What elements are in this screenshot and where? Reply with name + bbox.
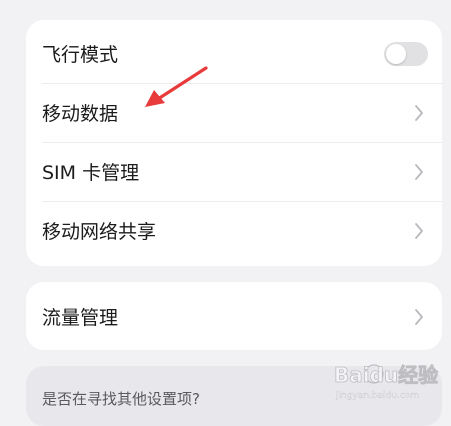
airplane-mode-label: 飞行模式 — [42, 44, 119, 66]
data-usage-label: 流量管理 — [42, 307, 119, 329]
network-settings-card: 飞行模式 移动数据 SIM 卡管理 移动网络共享 — [26, 20, 442, 266]
data-usage-row[interactable]: 流量管理 — [26, 287, 442, 346]
airplane-mode-row[interactable]: 飞行模式 — [26, 24, 442, 83]
search-suggestion-card[interactable]: 是否在寻找其他设置项? — [26, 366, 442, 426]
airplane-mode-toggle[interactable] — [384, 41, 428, 66]
hotspot-sharing-label: 移动网络共享 — [42, 221, 157, 243]
search-prompt: 是否在寻找其他设置项? — [42, 390, 200, 408]
chevron-right-icon — [412, 162, 426, 182]
chevron-right-icon — [412, 103, 426, 123]
toggle-knob — [386, 43, 406, 64]
chevron-right-icon — [412, 307, 426, 327]
mobile-data-row[interactable]: 移动数据 — [26, 83, 442, 142]
data-usage-card: 流量管理 — [26, 282, 442, 350]
mobile-data-label: 移动数据 — [42, 103, 119, 125]
hotspot-sharing-row[interactable]: 移动网络共享 — [26, 201, 442, 260]
sim-management-label: SIM 卡管理 — [42, 162, 140, 184]
sim-management-row[interactable]: SIM 卡管理 — [26, 142, 442, 201]
chevron-right-icon — [412, 221, 426, 241]
